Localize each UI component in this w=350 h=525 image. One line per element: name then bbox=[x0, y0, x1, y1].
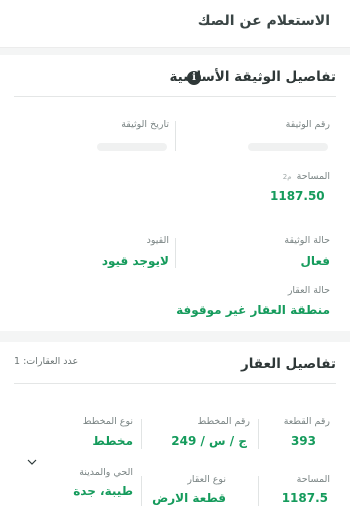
deed-date-label: تاريخ الوثيقة bbox=[121, 119, 169, 130]
property-details-card: تفاصيل العقار عدد العقارات: 1 رقم القطعة… bbox=[0, 342, 350, 525]
district-city-value: طيبة، جدة bbox=[73, 484, 133, 498]
plan-type-value: مخطط bbox=[92, 434, 133, 448]
deed-number-label: رقم الوثيقة bbox=[285, 119, 330, 130]
page-header: الاستعلام عن الصك bbox=[0, 0, 350, 48]
area-label-text: المساحة bbox=[296, 171, 330, 182]
page-title: الاستعلام عن الصك bbox=[197, 13, 330, 29]
page: الاستعلام عن الصك تفاصيل الوثيقة الأساسي… bbox=[0, 0, 350, 525]
deed-status-label: حالة الوثيقة bbox=[284, 235, 330, 246]
plot-number-label: رقم القطعة bbox=[283, 416, 330, 427]
deed-details-card: تفاصيل الوثيقة الأساسية i رقم الوثيقة تا… bbox=[0, 55, 350, 331]
deed-date-value bbox=[97, 143, 167, 151]
field-divider bbox=[175, 238, 176, 268]
area-value: 1187.50 bbox=[270, 189, 325, 203]
property-area-label: المساحة bbox=[296, 474, 330, 485]
restrictions-label: القيود bbox=[146, 235, 169, 246]
district-city-label: الحي والمدينة bbox=[79, 467, 133, 478]
area-label: المساحة م2 bbox=[283, 171, 330, 182]
property-area-value: 1187.5 bbox=[281, 491, 328, 505]
field-divider bbox=[141, 419, 142, 449]
plot-number-value: 393 bbox=[290, 434, 316, 448]
deed-number-value bbox=[248, 143, 328, 151]
field-divider bbox=[175, 121, 176, 151]
property-section-title: تفاصيل العقار bbox=[240, 356, 336, 372]
property-count: عدد العقارات: 1 bbox=[14, 356, 79, 367]
plan-number-value: 249 / ج / س bbox=[171, 434, 247, 448]
plan-number-label: رقم المخطط bbox=[197, 416, 250, 427]
restrictions-value: لايوجد قيود bbox=[101, 254, 169, 268]
field-divider bbox=[258, 476, 259, 506]
info-icon[interactable]: i bbox=[187, 71, 201, 85]
property-status-value: منطقة العقار غير موقوفة bbox=[176, 303, 330, 317]
property-type-label: نوع العقار bbox=[187, 474, 226, 485]
property-status-label: حالة العقار bbox=[287, 285, 330, 296]
section-divider bbox=[14, 383, 336, 384]
deed-status-value: فعال bbox=[300, 254, 330, 268]
plan-type-label: نوع المخطط bbox=[82, 416, 133, 427]
area-unit: م2 bbox=[282, 173, 292, 181]
chevron-down-icon[interactable] bbox=[27, 458, 37, 466]
section-divider bbox=[14, 96, 336, 97]
field-divider bbox=[258, 419, 259, 449]
property-type-value: قطعة الارض bbox=[152, 491, 226, 505]
field-divider bbox=[141, 476, 142, 506]
